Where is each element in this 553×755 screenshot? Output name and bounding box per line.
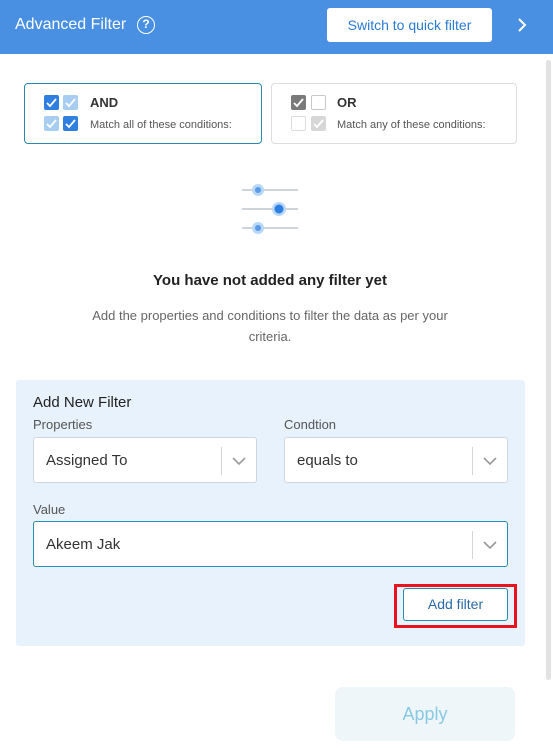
properties-value: Assigned To xyxy=(46,452,128,469)
empty-state-description: Add the properties and conditions to fil… xyxy=(92,308,448,344)
select-separator xyxy=(472,531,473,559)
or-label: OR xyxy=(337,95,357,110)
help-icon[interactable]: ? xyxy=(137,16,155,34)
condition-value: equals to xyxy=(297,452,358,469)
chevron-right-icon[interactable] xyxy=(512,15,532,35)
condition-select[interactable]: equals to xyxy=(284,437,508,483)
or-description: Match any of these conditions: xyxy=(337,119,486,131)
add-filter-title: Add New Filter xyxy=(33,394,132,411)
checkbox-checked-icon xyxy=(63,95,78,110)
scrollbar[interactable] xyxy=(546,60,551,680)
header-bar: Advanced Filter ? Switch to quick filter xyxy=(0,0,553,54)
and-logic-card[interactable]: AND Match all of these conditions: xyxy=(24,83,262,144)
apply-button[interactable]: Apply xyxy=(335,687,515,741)
chevron-down-icon[interactable] xyxy=(482,454,498,468)
chevron-down-icon[interactable] xyxy=(231,454,247,468)
condition-label: Condtion xyxy=(284,417,337,432)
add-new-filter-panel: Add New Filter Properties Assigned To Co… xyxy=(16,380,525,646)
checkbox-unchecked-icon xyxy=(311,95,326,110)
checkbox-checked-icon xyxy=(311,116,326,131)
properties-label: Properties xyxy=(33,417,93,432)
value-value: Akeem Jak xyxy=(46,536,121,553)
checkbox-checked-icon xyxy=(44,95,59,110)
checkbox-checked-icon xyxy=(44,116,59,131)
page-title: Advanced Filter xyxy=(15,16,127,33)
chevron-down-icon[interactable] xyxy=(482,538,498,552)
select-separator xyxy=(472,447,473,475)
empty-state-title: You have not added any filter yet xyxy=(153,272,387,289)
value-select[interactable]: Akeem Jak xyxy=(33,521,508,567)
add-filter-button[interactable]: Add filter xyxy=(403,588,508,621)
properties-select[interactable]: Assigned To xyxy=(33,437,257,483)
filter-sliders-icon xyxy=(242,184,298,234)
value-label: Value xyxy=(33,502,66,517)
switch-to-quick-filter-button[interactable]: Switch to quick filter xyxy=(327,8,492,42)
checkbox-checked-icon xyxy=(291,95,306,110)
checkbox-unchecked-icon xyxy=(291,116,306,131)
and-description: Match all of these conditions: xyxy=(90,119,232,131)
or-logic-card[interactable]: OR Match any of these conditions: xyxy=(271,83,517,144)
and-label: AND xyxy=(90,95,119,110)
select-separator xyxy=(221,447,222,475)
checkbox-checked-icon xyxy=(63,116,78,131)
